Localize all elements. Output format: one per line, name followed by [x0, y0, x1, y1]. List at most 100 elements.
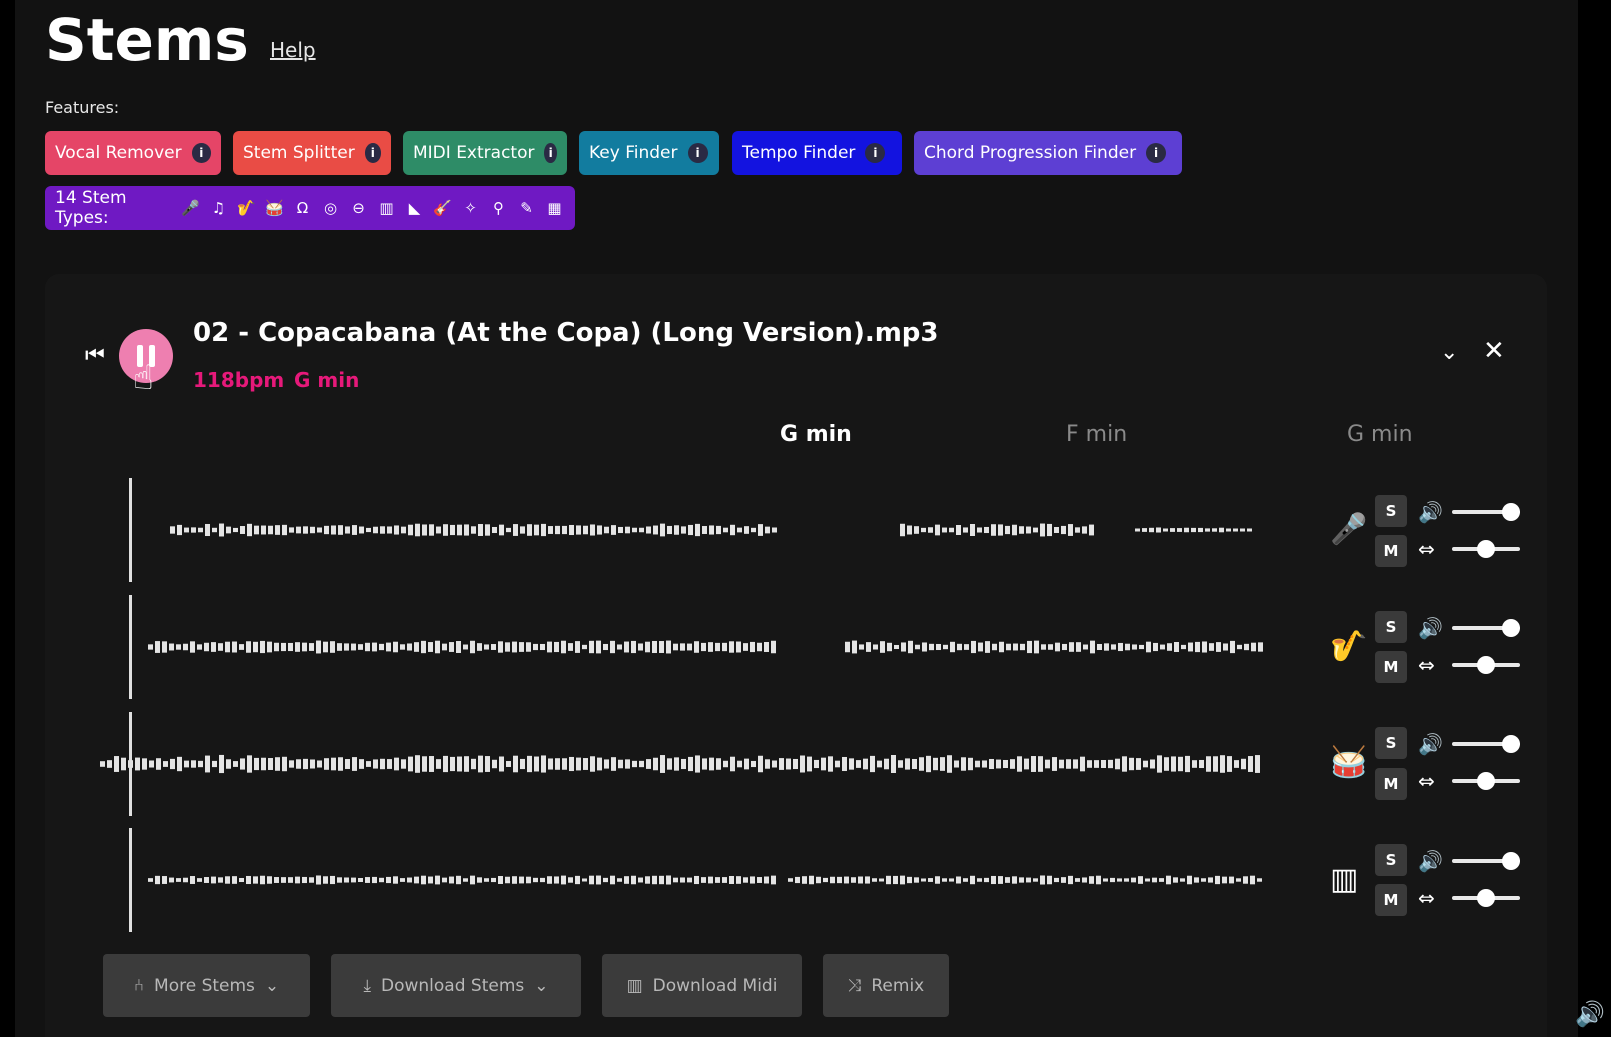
waveform-bar	[401, 759, 406, 769]
waveform-bar	[880, 641, 885, 653]
waveform-bar	[702, 758, 707, 770]
feature-stem-splitter[interactable]: Stem Splitter i	[233, 131, 391, 175]
waveform-bar	[652, 640, 657, 654]
slider-knob[interactable]	[1477, 772, 1495, 790]
waveform-bar	[149, 760, 154, 768]
feature-vocal-remover[interactable]: Vocal Remover i	[45, 131, 221, 175]
waveform-bar	[205, 755, 210, 773]
waveform-bar	[730, 524, 735, 536]
feature-key-finder[interactable]: Key Finder i	[579, 131, 719, 175]
info-icon[interactable]: i	[1146, 143, 1167, 163]
waveform-bar	[491, 877, 496, 883]
volume-slider-piano[interactable]	[1452, 852, 1520, 870]
volume-slider-drums[interactable]	[1452, 735, 1520, 753]
waveform-bar	[715, 877, 720, 883]
mute-button-piano[interactable]: M	[1375, 884, 1407, 916]
waveform-bar	[268, 525, 273, 535]
waveform-bar	[197, 878, 202, 882]
microphone-icon: 🎤	[1330, 512, 1368, 547]
waveform-bar	[743, 643, 748, 651]
stem-lane-drums[interactable]	[100, 712, 1300, 816]
waveform-bar	[121, 757, 126, 771]
help-link[interactable]: Help	[270, 38, 316, 62]
waveform-bar	[879, 878, 884, 882]
solo-button-drums[interactable]: S	[1375, 727, 1407, 759]
info-icon[interactable]: i	[364, 143, 381, 163]
waveform-bar	[373, 759, 378, 769]
waveform-bar	[359, 759, 364, 769]
info-icon[interactable]: i	[865, 143, 886, 163]
waveform-bar	[1205, 528, 1210, 532]
waveform-bar	[421, 640, 426, 654]
waveform-bar	[478, 524, 483, 536]
volume-slider-saxophone[interactable]	[1452, 619, 1520, 637]
close-icon[interactable]: ✕	[1483, 336, 1505, 366]
waveform-bar	[743, 877, 748, 883]
slider-knob[interactable]	[1477, 889, 1495, 907]
waveform-bar	[506, 761, 511, 767]
stem-lane-vocals[interactable]	[100, 478, 1300, 582]
waveform-bar	[302, 876, 307, 884]
waveform-bar	[1145, 878, 1150, 882]
waveform-bar	[1257, 878, 1262, 882]
slider-knob[interactable]	[1477, 656, 1495, 674]
waveform-bar	[205, 523, 210, 537]
waveform-bar	[1173, 877, 1178, 883]
stem-lane-piano[interactable]	[100, 828, 1300, 932]
pan-slider-piano[interactable]	[1452, 889, 1520, 907]
slider-knob[interactable]	[1502, 735, 1520, 753]
waveform-bar	[1094, 760, 1099, 768]
slider-knob[interactable]	[1477, 540, 1495, 558]
mute-button-drums[interactable]: M	[1375, 768, 1407, 800]
waveform-bar	[415, 523, 420, 537]
waveform-bar	[506, 527, 511, 533]
pan-slider-vocals[interactable]	[1452, 540, 1520, 558]
waveform-bar	[730, 756, 735, 772]
slider-knob[interactable]	[1502, 619, 1520, 637]
solo-button-vocals[interactable]: S	[1375, 495, 1407, 527]
solo-button-saxophone[interactable]: S	[1375, 611, 1407, 643]
waveform-bar	[338, 757, 343, 771]
waveform-bar	[618, 759, 623, 769]
waveform-bar	[1219, 527, 1224, 533]
pan-slider-saxophone[interactable]	[1452, 656, 1520, 674]
chevron-down-icon[interactable]: ⌄	[1440, 340, 1458, 365]
slider-knob[interactable]	[1502, 852, 1520, 870]
slider-knob[interactable]	[1502, 503, 1520, 521]
waveform-bar	[554, 876, 559, 884]
waveform-bar	[1038, 756, 1043, 772]
remix-button[interactable]: ⤨ Remix	[823, 954, 949, 1017]
waveform-bar	[1019, 877, 1024, 883]
waveform-bar	[324, 525, 329, 535]
skip-back-icon[interactable]: ⏮	[85, 343, 105, 368]
feature-midi-extractor[interactable]: MIDI Extractor i	[403, 131, 567, 175]
download-stems-button[interactable]: ⤓ Download Stems ⌄	[331, 954, 581, 1017]
waveform-bar	[261, 525, 266, 535]
volume-slider-vocals[interactable]	[1452, 503, 1520, 521]
mute-button-saxophone[interactable]: M	[1375, 651, 1407, 683]
download-midi-button[interactable]: ▥ Download Midi	[602, 954, 802, 1017]
download-stems-label: Download Stems	[381, 975, 525, 996]
info-icon[interactable]: i	[544, 143, 557, 163]
waveform-bar	[365, 642, 370, 652]
waveform-bar	[247, 755, 252, 773]
waveform-bar	[267, 641, 272, 653]
waveform-bar	[505, 876, 510, 884]
info-icon[interactable]: i	[687, 143, 708, 163]
waveform-bar	[1227, 756, 1232, 772]
pan-slider-drums[interactable]	[1452, 772, 1520, 790]
feature-tempo-finder[interactable]: Tempo Finder i	[732, 131, 902, 175]
stem-types-bar[interactable]: 14 Stem Types: 🎤 ♫ 🎷 🥁 Ω ◎ ⊖ ▥ ◣ 🎸 ✧ ⚲ ✎…	[45, 186, 575, 230]
waveform-bar	[1129, 757, 1134, 771]
feature-chord-progression-finder[interactable]: Chord Progression Finder i	[914, 131, 1182, 175]
mute-button-vocals[interactable]: M	[1375, 535, 1407, 567]
waveform-bar	[260, 875, 265, 885]
waveform-bar	[534, 756, 539, 772]
solo-button-piano[interactable]: S	[1375, 844, 1407, 876]
more-stems-button[interactable]: ⑃ More Stems ⌄	[103, 954, 310, 1017]
waveform-bar	[562, 525, 567, 535]
volume-icon[interactable]: 🔊	[1575, 1000, 1605, 1028]
playhead	[129, 595, 132, 699]
info-icon[interactable]: i	[191, 143, 211, 163]
stem-lane-saxophone[interactable]	[100, 595, 1300, 699]
